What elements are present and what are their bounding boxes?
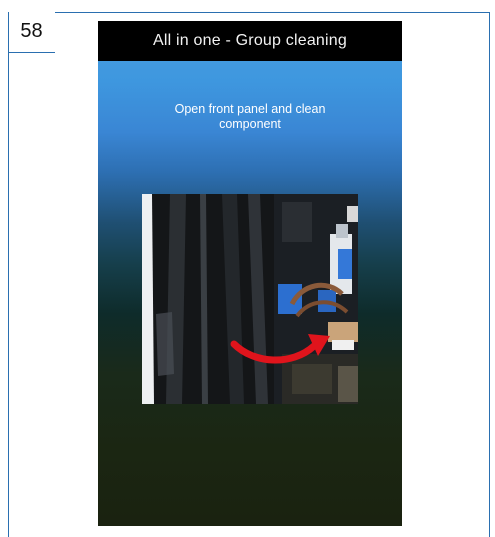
page-frame-top-line [55,12,490,13]
instruction-line-1: Open front panel and clean [174,102,326,116]
page-number-box: 58 [8,12,55,53]
instruction-text: Open front panel and clean component [150,102,350,132]
instruction-photo [142,194,358,404]
instruction-line-2: component [219,117,281,131]
photo-illustration [142,194,358,404]
page-frame-right-line [489,12,490,537]
screen-title: All in one - Group cleaning [153,32,347,49]
page-frame-left-line [8,12,9,537]
page-number-underline [8,52,55,53]
page-number: 58 [20,20,43,42]
screen-title-bar: All in one - Group cleaning [98,21,402,61]
device-screen: All in one - Group cleaning Open front p… [98,21,402,526]
manual-page: 58 All in one - Group cleaning Open fron… [0,0,495,537]
